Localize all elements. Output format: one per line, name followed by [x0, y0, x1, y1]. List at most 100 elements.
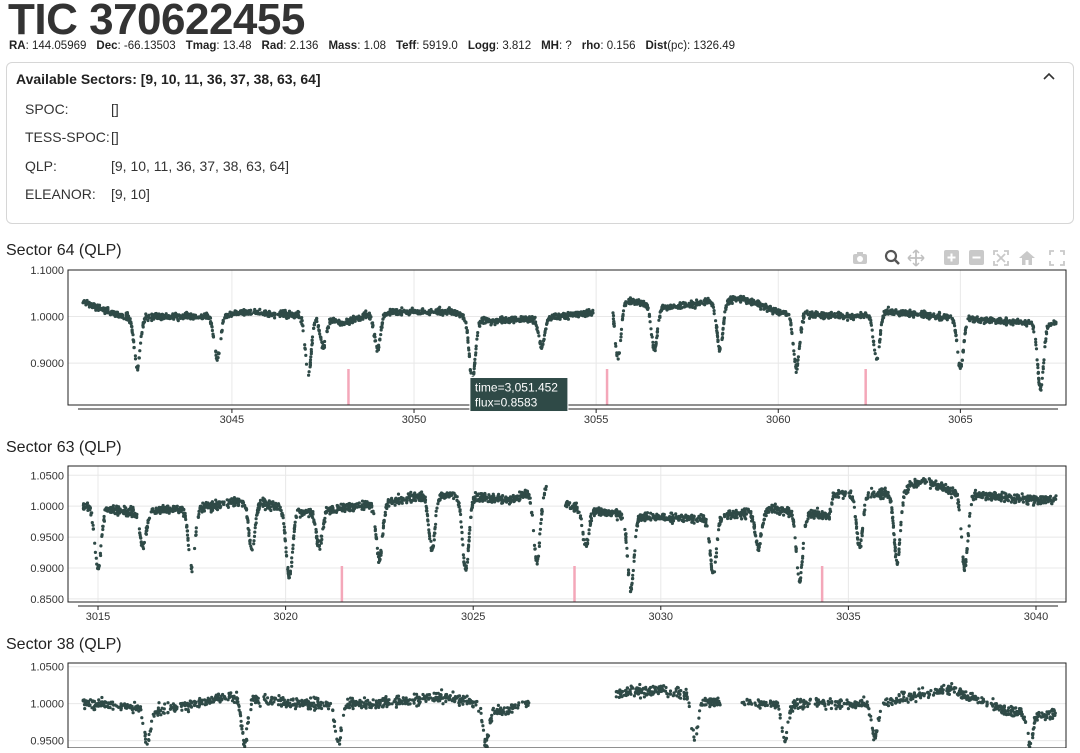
data-point [714, 561, 717, 564]
data-point [202, 508, 205, 511]
data-point [796, 566, 799, 569]
data-point [142, 321, 145, 324]
chevron-up-icon[interactable] [1039, 67, 1059, 87]
data-point [211, 329, 214, 332]
data-point [90, 512, 93, 515]
data-point [1043, 345, 1046, 348]
data-point [690, 303, 693, 306]
data-point [601, 509, 604, 512]
data-point [731, 302, 734, 305]
data-point [427, 312, 430, 315]
sector-row-value: [9, 10] [111, 186, 150, 202]
meta-item: Mass: 1.08 [328, 40, 386, 52]
data-point [829, 316, 832, 319]
data-point [846, 319, 849, 322]
data-point [1050, 322, 1053, 325]
data-point [98, 308, 101, 311]
data-point [380, 328, 383, 331]
data-point [971, 315, 974, 318]
data-point [633, 549, 636, 552]
data-point [488, 319, 491, 322]
data-point [920, 480, 923, 483]
data-point [640, 301, 643, 304]
available-sectors-heading[interactable]: Available Sectors: [9, 10, 11, 36, 37, 3… [16, 71, 321, 87]
data-point [253, 535, 256, 538]
data-point [821, 312, 824, 315]
chart-sector-63[interactable]: 0.85000.90000.95001.00001.05003015302030… [0, 458, 1080, 633]
data-point [580, 524, 583, 527]
data-point [984, 318, 987, 321]
data-point [852, 500, 855, 503]
sector-row-label: ELEANOR: [25, 186, 111, 202]
data-point [83, 299, 86, 302]
data-point [500, 317, 503, 320]
data-point [205, 315, 208, 318]
data-point [311, 335, 314, 338]
data-point [613, 325, 616, 328]
data-point [173, 509, 176, 512]
data-point [799, 571, 802, 574]
data-point [961, 359, 964, 362]
data-point [367, 316, 370, 319]
data-point [538, 545, 541, 548]
data-point [214, 354, 217, 357]
data-point [625, 541, 628, 544]
data-point [744, 517, 747, 520]
data-point [366, 501, 369, 504]
data-point [540, 518, 543, 521]
data-point [739, 301, 742, 304]
data-point [197, 513, 200, 516]
data-point [142, 542, 145, 545]
data-point [881, 316, 884, 319]
data-point [735, 513, 738, 516]
lightcurve-plot-sector-63[interactable]: 0.85000.90000.95001.00001.05003015302030… [0, 458, 1080, 628]
data-point [538, 341, 541, 344]
data-point [540, 508, 543, 511]
data-point [311, 342, 314, 345]
data-point [820, 316, 823, 319]
data-point [957, 364, 960, 367]
data-point [190, 570, 193, 573]
data-point [1032, 325, 1035, 328]
data-point [468, 539, 471, 542]
meta-value: 144.05969 [32, 40, 86, 52]
chart-sector-64[interactable]: 0.90001.00001.100030453050305530603065ti… [0, 262, 1080, 435]
data-point [402, 497, 405, 500]
data-point [260, 311, 263, 314]
data-point [646, 305, 649, 308]
data-point [845, 315, 848, 318]
data-point [273, 316, 276, 319]
data-point [293, 524, 296, 527]
data-point [722, 319, 725, 322]
data-point [683, 516, 686, 519]
data-point [1003, 500, 1006, 503]
data-point [724, 308, 727, 311]
data-point [182, 317, 185, 320]
data-point [771, 312, 774, 315]
data-point [273, 313, 276, 316]
data-point [762, 522, 765, 525]
data-point [361, 503, 364, 506]
data-point [326, 330, 329, 333]
data-point [315, 536, 318, 539]
data-point [957, 498, 960, 501]
meta-value: -66.13503 [124, 40, 176, 52]
data-point [990, 321, 993, 324]
data-point [373, 335, 376, 338]
data-point [435, 507, 438, 510]
data-point [427, 523, 430, 526]
data-point [307, 515, 310, 518]
data-point [475, 338, 478, 341]
data-point [337, 319, 340, 322]
lightcurve-plot-sector-64[interactable]: 0.90001.00001.100030453050305530603065ti… [0, 262, 1080, 430]
data-point [426, 519, 429, 522]
data-point [304, 354, 307, 357]
data-point [318, 330, 321, 333]
data-point [832, 491, 835, 494]
data-point [800, 326, 803, 329]
chart-title-sector-64: Sector 64 (QLP) [6, 242, 122, 260]
data-point [466, 329, 469, 332]
data-point [542, 496, 545, 499]
data-point [873, 349, 876, 352]
data-point [866, 315, 869, 318]
